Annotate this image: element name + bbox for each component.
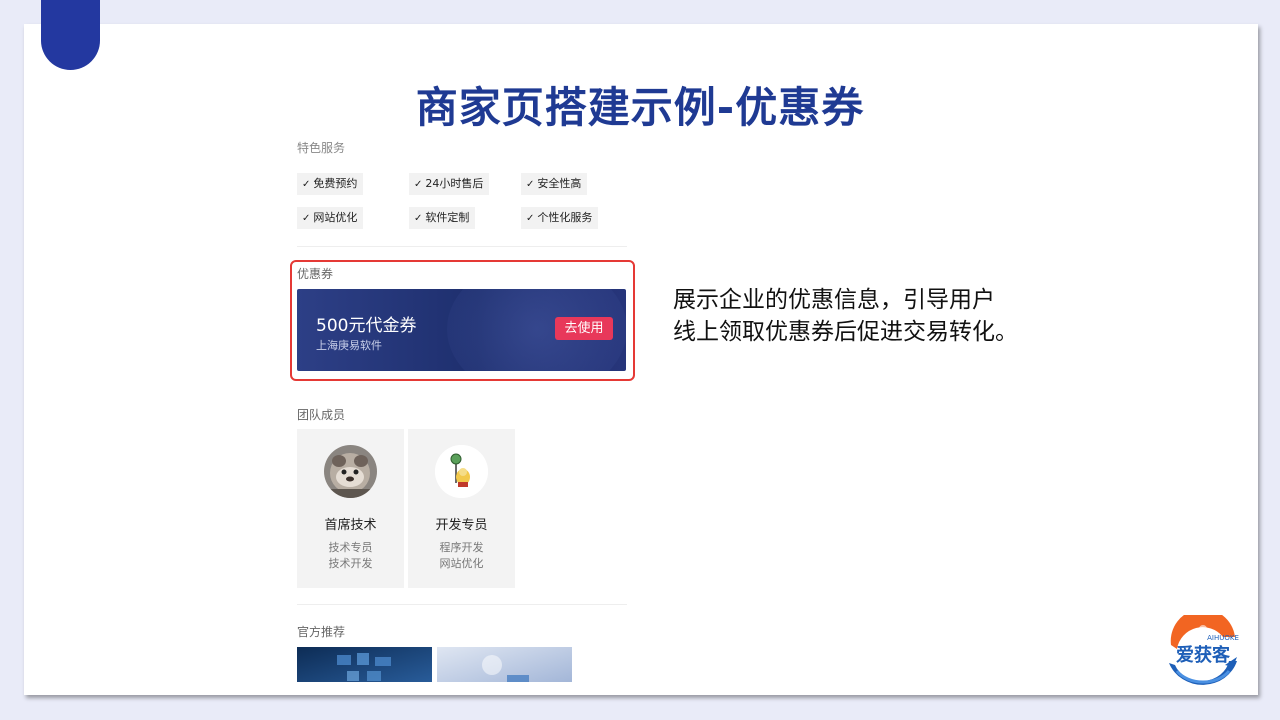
brand-logo: AIHUOKE 爱获客	[1163, 608, 1243, 693]
check-icon: ✓	[526, 213, 535, 224]
section-divider	[297, 604, 627, 605]
service-tag: ✓ 个性化服务	[521, 207, 599, 229]
service-tag: ✓ 软件定制	[409, 207, 476, 229]
section-divider	[297, 246, 627, 247]
avatar	[324, 445, 377, 498]
coupon-section-label: 优惠券	[297, 267, 334, 281]
check-icon: ✓	[414, 179, 423, 190]
check-icon: ✓	[302, 179, 311, 190]
member-role: 技术开发	[328, 557, 373, 570]
coupon-card[interactable]: 500元代金券 上海庚易软件 去使用	[297, 289, 626, 371]
recommend-image[interactable]	[437, 647, 572, 682]
member-role: 程序开发	[439, 541, 484, 554]
service-tag: ✓ 24小时售后	[409, 173, 490, 195]
logo-sub-text: AIHUOKE	[1207, 634, 1239, 642]
coupon-name: 500元代金券	[316, 316, 417, 336]
team-member-card[interactable]: 开发专员 程序开发 网站优化	[408, 429, 515, 588]
services-label: 特色服务	[297, 141, 346, 155]
check-icon: ✓	[302, 213, 311, 224]
team-label: 团队成员	[297, 408, 346, 422]
check-icon: ✓	[526, 179, 535, 190]
avatar	[435, 445, 488, 498]
description-line: 线上领取优惠券后促进交易转化。	[673, 319, 1018, 345]
check-icon: ✓	[414, 213, 423, 224]
merchant-page-screenshot: 特色服务 ✓ 免费预约 ✓ 24小时售后 ✓ 安全性高 ✓ 网站优化 ✓ 软件定制 ✓ 个性…	[290, 138, 635, 682]
description-line: 展示企业的优惠信息，引导用户	[673, 287, 995, 313]
recommend-image[interactable]	[297, 647, 432, 682]
logo-text: 爱获客	[1176, 644, 1231, 666]
service-tag: ✓ 安全性高	[521, 173, 588, 195]
service-tag: ✓ 网站优化	[297, 207, 364, 229]
member-role: 网站优化	[439, 557, 484, 570]
service-tag: ✓ 免费预约	[297, 173, 364, 195]
member-role: 技术专员	[328, 541, 373, 554]
team-member-card[interactable]: 首席技术 技术专员 技术开发	[297, 429, 404, 588]
member-name: 首席技术	[324, 518, 377, 533]
use-coupon-button[interactable]: 去使用	[555, 317, 613, 340]
slide-title: 商家页搭建示例-优惠券	[415, 83, 865, 132]
corner-tab-decoration	[41, 0, 100, 70]
recommend-label: 官方推荐	[297, 625, 346, 639]
coupon-company: 上海庚易软件	[316, 339, 382, 352]
member-name: 开发专员	[435, 518, 488, 533]
description-text: 展示企业的优惠信息，引导用户 线上领取优惠券后促进交易转化。	[673, 284, 1093, 348]
